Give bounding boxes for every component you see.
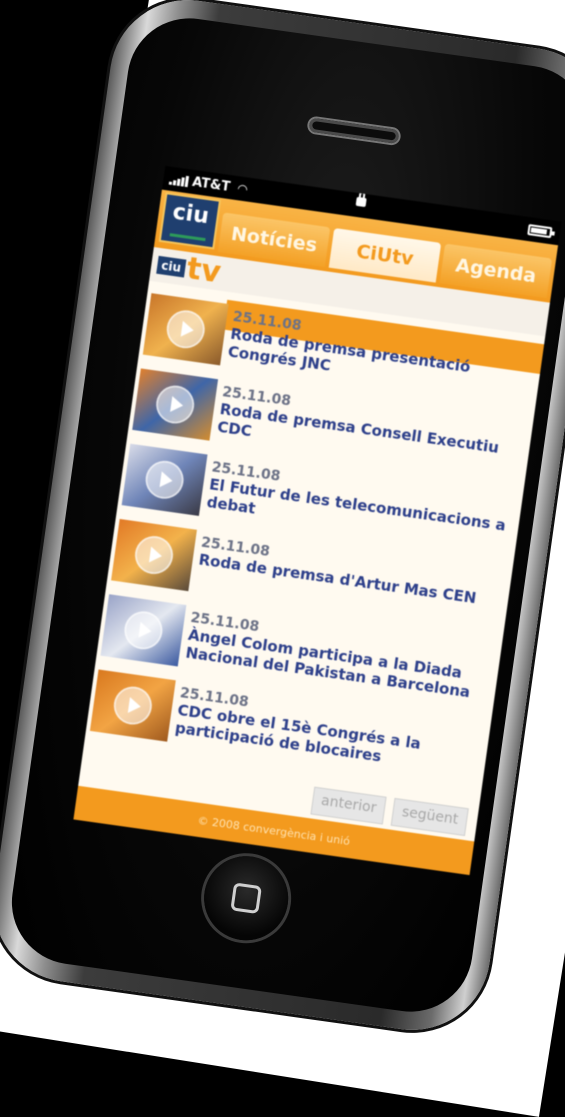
video-list: 25.11.08 Roda de premsa presentació Cong… bbox=[84, 291, 544, 798]
signal-icon bbox=[168, 173, 190, 188]
play-icon bbox=[166, 310, 205, 349]
copyright-text: © 2008 convergència i unió bbox=[196, 813, 351, 848]
battery-icon bbox=[527, 224, 553, 239]
wifi-icon: ◠ bbox=[237, 181, 249, 197]
phone-screen: AT&T ◠ ciu Notícies CiUtv Agenda ciu tv bbox=[73, 165, 562, 876]
next-page-button[interactable]: següent bbox=[390, 797, 469, 837]
video-thumbnail[interactable] bbox=[100, 594, 187, 667]
video-thumbnail[interactable] bbox=[121, 443, 208, 516]
prev-page-button[interactable]: anterior bbox=[310, 786, 387, 825]
carrier-label: AT&T bbox=[191, 174, 232, 195]
home-square-icon bbox=[230, 882, 262, 915]
play-icon bbox=[124, 611, 163, 650]
play-icon bbox=[145, 460, 184, 500]
phone-face: AT&T ◠ ciu Notícies CiUtv Agenda ciu tv bbox=[3, 10, 565, 1020]
lock-icon bbox=[355, 196, 367, 208]
play-icon bbox=[113, 686, 153, 725]
video-thumbnail[interactable] bbox=[111, 518, 197, 592]
ciu-logo[interactable]: ciu bbox=[158, 192, 222, 250]
ciutv-badge: ciu bbox=[156, 255, 187, 278]
play-icon bbox=[155, 385, 195, 424]
home-button[interactable] bbox=[198, 850, 294, 946]
speaker-grille bbox=[308, 117, 400, 144]
video-thumbnail[interactable] bbox=[89, 669, 176, 742]
play-icon bbox=[134, 535, 174, 575]
ciutv-tv-text: tv bbox=[184, 251, 224, 291]
video-thumbnail[interactable] bbox=[142, 293, 229, 366]
iphone-device: AT&T ◠ ciu Notícies CiUtv Agenda ciu tv bbox=[0, 0, 565, 1040]
video-thumbnail[interactable] bbox=[132, 368, 219, 441]
